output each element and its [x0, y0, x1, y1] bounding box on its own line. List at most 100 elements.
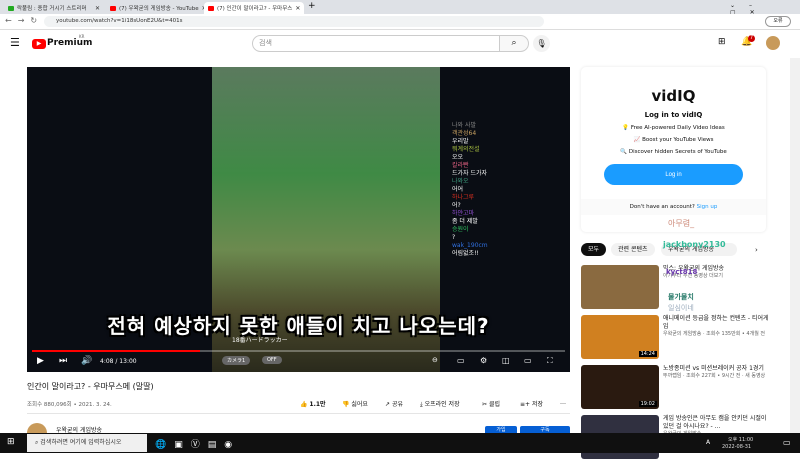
video-player[interactable]: 나와 사발 객관성64 우리말 뭐계의전설 오오 칼라빤 드가자 드가자 나와오 어어 하나그루 어… [27, 67, 570, 372]
mic-icon[interactable]: 🎙 [533, 35, 550, 52]
progress-bar[interactable] [32, 350, 565, 352]
close-icon[interactable]: ✕ [295, 5, 300, 12]
taskbar-apps-icon[interactable]: 🌐▣Ⓥ▤◉ [155, 437, 240, 450]
create-icon[interactable]: ⊞ [718, 37, 726, 47]
volume-icon[interactable]: 🔊 [81, 356, 92, 366]
overlay-name: 물가물치 [668, 293, 694, 301]
tab-label: 락풀림 : 종합 거시기 스트리머 [17, 6, 87, 12]
related-title[interactable]: 노방종미션 vs 미션브레이커 공자 1경기 [663, 365, 773, 373]
related-title[interactable]: 애니메이션 등급을 정하는 컨텐츠 - 티어게임 [663, 315, 773, 331]
chat-text: 좀 더 제발 [452, 218, 478, 225]
search-button[interactable]: ⌕ [499, 35, 529, 52]
chat-message: 나와오 어어 [452, 178, 570, 194]
video-thumbnail[interactable]: 14:24 [581, 315, 659, 359]
play-icon[interactable]: ▶ [37, 356, 44, 366]
avatar[interactable] [766, 36, 780, 50]
download-label: 오프라인 저장 [424, 401, 460, 408]
save-label: 저장 [531, 401, 544, 408]
more-button[interactable]: … [560, 399, 566, 406]
url-input[interactable]: youtube.com/watch?v=1i18sUonE2U&t=401s [44, 16, 544, 27]
chat-user: 승원이 [452, 226, 469, 233]
overlay-name: 일심이네 [668, 304, 694, 312]
youtube-favicon-icon [110, 5, 116, 11]
tab-3-active[interactable]: (7) 인간이 말이라고? - 우마무스 ✕ [204, 2, 304, 14]
miniplayer-icon[interactable]: ◫ [502, 356, 510, 365]
save-button[interactable]: ≡+ 저장 [520, 399, 543, 408]
related-title[interactable]: 게임 방송인은 아무도 캠을 안키던 시절이 있던 걸 아시나요? - ... [663, 415, 773, 431]
related-video[interactable]: 19:02 노방종미션 vs 미션브레이커 공자 1경기 뚜까랩임 · 조회수 22… [581, 365, 781, 409]
share-button[interactable]: ↗ 공유 [385, 399, 403, 408]
taskbar: ⊞ ⌕ 검색하려면 여기에 입력하십시오 🌐▣Ⓥ▤◉ 오후 11:00 2022… [0, 433, 800, 453]
close-icon[interactable]: ✕ [95, 5, 100, 12]
nav-buttons-icon[interactable]: ←→↻ [5, 16, 43, 25]
new-tab-button[interactable]: + [308, 1, 316, 11]
profile-button[interactable]: 오류 [765, 16, 791, 27]
search-input[interactable]: 검색 [252, 35, 500, 52]
vidiq-feature: 💡 Free AI-powered Daily Video Ideas [622, 125, 725, 131]
video-thumbnail[interactable] [581, 265, 659, 309]
vidiq-login-button[interactable]: Log in [604, 164, 743, 185]
autoplay-toggle[interactable]: ⊖ [432, 356, 438, 364]
download-button[interactable]: ⤓ 오프라인 저장 [420, 399, 460, 409]
fullscreen-icon[interactable]: ⛶ [547, 356, 553, 366]
youtube-favicon-icon [208, 5, 214, 11]
ime-indicator[interactable]: A [706, 439, 710, 446]
scrollbar[interactable] [790, 58, 800, 433]
chat-message: 승원이? [452, 226, 570, 242]
related-meta: 우왁굳의 게임방송 · 조회수 135만회 • 4개월 전 [663, 331, 765, 337]
chat-message: 객관성64 우리말 [452, 130, 570, 146]
dislike-button[interactable]: 👎 싫어요 [342, 399, 368, 408]
auto-off-button[interactable]: OFF [262, 356, 282, 364]
youtube-logo-icon[interactable]: ▶ [32, 39, 46, 49]
tab-2[interactable]: (7) 우왁굳의 게임방송 - YouTube✕ [106, 2, 206, 14]
overlay-name: kyct818 [666, 268, 698, 276]
premium-logo[interactable]: Premium [47, 38, 92, 48]
chip-all[interactable]: 모두 [581, 243, 607, 256]
next-icon[interactable]: ⏭ [59, 356, 67, 366]
chevron-right-icon[interactable]: › [755, 246, 758, 254]
taskbar-search[interactable]: ⌕ 검색하려면 여기에 입력하십시오 [27, 434, 147, 452]
like-button[interactable]: 👍 1.1만 [300, 399, 326, 408]
settings-icon[interactable]: ⚙ [480, 356, 487, 365]
youtube-header: ☰ ▶ Premium KR 검색 ⌕ 🎙 ⊞ 🔔 7 [0, 30, 790, 58]
chat-text: 어어 [452, 186, 464, 193]
chat-user: wak_190cm [452, 242, 488, 249]
notification-badge: 7 [748, 35, 755, 42]
signup-link[interactable]: Sign up [697, 204, 718, 210]
chat-text: 드가자 드가자 [452, 170, 488, 177]
no-account-text: Don't have an account? [629, 204, 695, 210]
clip-label: 클립 [488, 401, 500, 408]
chat-message: 뭐계의전설 오오 [452, 146, 570, 162]
chat-user: 나와 사발 [452, 122, 476, 129]
menu-icon[interactable]: ☰ [10, 36, 20, 49]
clock-date: 2022-08-31 [722, 444, 752, 450]
theater-icon[interactable]: ▭ [524, 356, 532, 365]
chat-user: 칼라빤 [452, 162, 469, 169]
chat-message: 하얀고마 좀 더 제발 [452, 210, 570, 226]
notification-center-icon[interactable]: ▭ [783, 438, 791, 447]
camera-button[interactable]: カメラ1 [222, 356, 251, 365]
share-label: 공유 [391, 401, 403, 408]
video-title: 인간이 말이라고? - 우마무스메 (말딸) [27, 382, 154, 391]
time-display: 4:08 / 13:00 [100, 358, 137, 365]
related-video[interactable]: 14:24 애니메이션 등급을 정하는 컨텐츠 - 티어게임 우왁굳의 게임방송 ·… [581, 315, 781, 359]
video-thumbnail[interactable]: 19:02 [581, 365, 659, 409]
overlay-name: 아무렴_ [668, 219, 695, 228]
duration-badge: 14:24 [638, 351, 657, 357]
like-count: 1.1만 [309, 401, 326, 408]
chat-user: 하나그루 [452, 194, 475, 201]
chip-related[interactable]: 관련 콘텐츠 [611, 243, 655, 256]
chat-user: 뭐계의전설 [452, 146, 480, 153]
region-label: KR [79, 34, 85, 39]
vidiq-panel: vidIQ Log in to vidIQ 💡 Free AI-powered … [581, 67, 766, 232]
clip-button[interactable]: ✂ 클립 [482, 399, 500, 408]
windows-start-icon[interactable]: ⊞ [7, 437, 15, 447]
duration-badge: 19:02 [638, 401, 657, 407]
overlay-name: jackbony2130 [663, 240, 726, 249]
tab-1[interactable]: 락풀림 : 종합 거시기 스트리머 ✕ [4, 2, 104, 14]
subtitles-icon[interactable]: ▭ [457, 356, 465, 365]
chat-message: 하나그루 어? [452, 194, 570, 210]
player-controls: ▶ ⏭ 🔊 4:08 / 13:00 カメラ1 OFF ⊖ ▭ ⚙ ◫ ▭ ⛶ [27, 354, 570, 370]
chat-text: 우리말 [452, 138, 469, 145]
chat-message: 나와 사발 [452, 122, 570, 130]
